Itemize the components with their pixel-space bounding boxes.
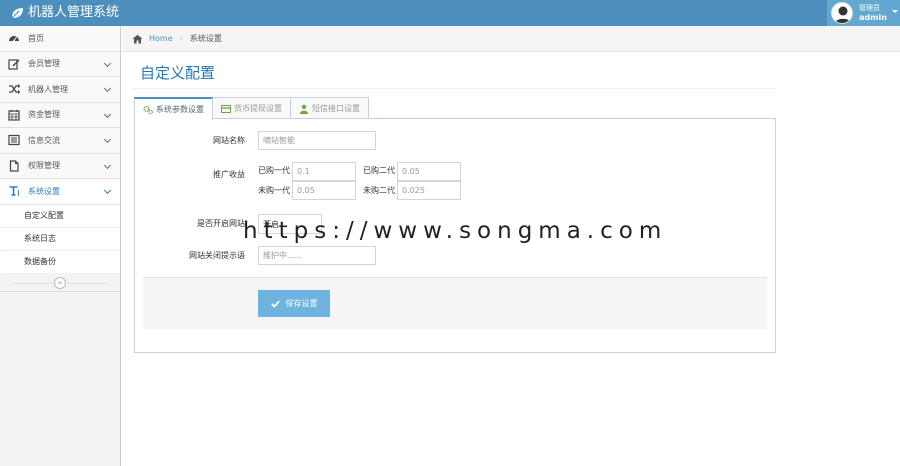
shuffle-icon: [8, 83, 20, 95]
breadcrumb-separator: ›: [179, 34, 183, 43]
site-name-input[interactable]: 嘀站智能: [258, 131, 376, 150]
save-settings-button[interactable]: 保存设置: [258, 290, 330, 317]
submenu-item-system-log[interactable]: 系统日志: [0, 227, 120, 251]
site-open-label: 是否开启网站: [197, 219, 245, 228]
list-icon: [8, 134, 20, 146]
tab-sms[interactable]: 短信接口设置: [290, 97, 369, 119]
breadcrumb: Home › 系统设置: [122, 26, 900, 52]
user-avatar-icon: [835, 6, 851, 23]
chevron-down-icon: [103, 84, 112, 93]
sidebar-item-label: 资金管理: [28, 110, 60, 120]
tab-withdrawal[interactable]: 货币提现设置: [212, 97, 291, 119]
promo-label: 推广收益: [213, 170, 245, 179]
user-name: admin: [859, 13, 887, 22]
tab-system-params[interactable]: 系统参数设置: [134, 97, 213, 120]
bought-second-label: 已购二代: [363, 166, 395, 175]
unbought-first-input[interactable]: 0.05: [292, 181, 356, 200]
chevron-down-icon: [103, 110, 112, 118]
bought-first-input[interactable]: 0.1: [292, 162, 356, 181]
avatar: [831, 2, 853, 24]
user-welcome: 管理员: [859, 4, 880, 12]
chevron-down-icon: [103, 135, 112, 144]
sidebar-item-label: 权限管理: [28, 161, 60, 171]
caret-down-icon: [892, 10, 898, 13]
sidebar: 首页 会员管理 机器人管理 资金管理 信息交流 权限管理 系统设置 自定义配置 …: [0, 26, 121, 466]
home-icon: [132, 34, 143, 43]
sidebar-item-label: 信息交流: [28, 135, 60, 145]
breadcrumb-current: 系统设置: [189, 34, 222, 43]
user-menu[interactable]: 管理员 admin: [827, 0, 900, 26]
calendar-icon: [8, 109, 20, 121]
page-title: 自定义配置: [140, 64, 216, 82]
sidebar-item-label: 会员管理: [28, 59, 60, 69]
bought-second-input[interactable]: 0.05: [397, 162, 461, 181]
text-height-icon: [8, 185, 20, 197]
sidebar-item-permissions[interactable]: 权限管理: [0, 153, 120, 179]
credit-card-icon: [221, 104, 231, 113]
close-notice-input[interactable]: 维护中......: [258, 246, 376, 265]
unbought-second-input[interactable]: 0.025: [397, 181, 461, 200]
dashboard-icon: [8, 32, 20, 44]
app-brand[interactable]: 机器人管理系统: [10, 4, 119, 22]
unbought-first-label: 未购一代: [258, 186, 290, 195]
file-icon: [8, 160, 20, 172]
app-title: 机器人管理系统: [28, 5, 120, 20]
submenu-item-custom-config[interactable]: 自定义配置: [0, 204, 120, 228]
sidebar-item-messages[interactable]: 信息交流: [0, 128, 120, 154]
check-icon: [270, 300, 280, 308]
bought-first-label: 已购一代: [258, 166, 290, 175]
page-header-divider: [134, 88, 776, 89]
top-navbar: 机器人管理系统 管理员 admin: [0, 0, 900, 26]
settings-tabs: 系统参数设置 货币提现设置 短信接口设置: [134, 97, 369, 120]
sidebar-item-home[interactable]: 首页: [0, 26, 120, 52]
unbought-second-label: 未购二代: [363, 186, 395, 195]
sidebar-item-funds[interactable]: 资金管理: [0, 102, 120, 128]
breadcrumb-home-link[interactable]: Home: [149, 34, 173, 43]
sidebar-collapse-button[interactable]: «: [54, 276, 66, 289]
sidebar-item-label: 机器人管理: [28, 84, 68, 94]
tab-label: 货币提现设置: [234, 104, 282, 113]
site-name-label: 网站名称: [213, 136, 245, 145]
sidebar-item-members[interactable]: 会员管理: [0, 51, 120, 77]
sidebar-collapse-row: «: [0, 273, 120, 292]
edit-icon: [8, 58, 20, 70]
chevron-down-icon: [103, 186, 112, 195]
chevron-down-icon: [103, 59, 112, 67]
tab-label: 系统参数设置: [156, 105, 204, 114]
tab-label: 短信接口设置: [312, 104, 360, 113]
watermark-text: https://www.songma.com: [243, 218, 668, 244]
chevron-down-icon: [103, 161, 112, 169]
sidebar-item-settings[interactable]: 系统设置: [0, 179, 120, 205]
sidebar-item-label: 首页: [28, 33, 44, 43]
cogs-icon: [143, 105, 153, 114]
leaf-icon: [11, 8, 23, 19]
save-button-label: 保存设置: [285, 299, 318, 308]
user-icon: [300, 104, 308, 114]
sidebar-item-label: 系统设置: [28, 186, 60, 196]
submenu-item-data-backup[interactable]: 数据备份: [0, 250, 120, 274]
form-actions: 保存设置: [143, 277, 767, 329]
sidebar-item-robots[interactable]: 机器人管理: [0, 77, 120, 103]
close-notice-label: 网站关闭提示语: [189, 251, 245, 260]
